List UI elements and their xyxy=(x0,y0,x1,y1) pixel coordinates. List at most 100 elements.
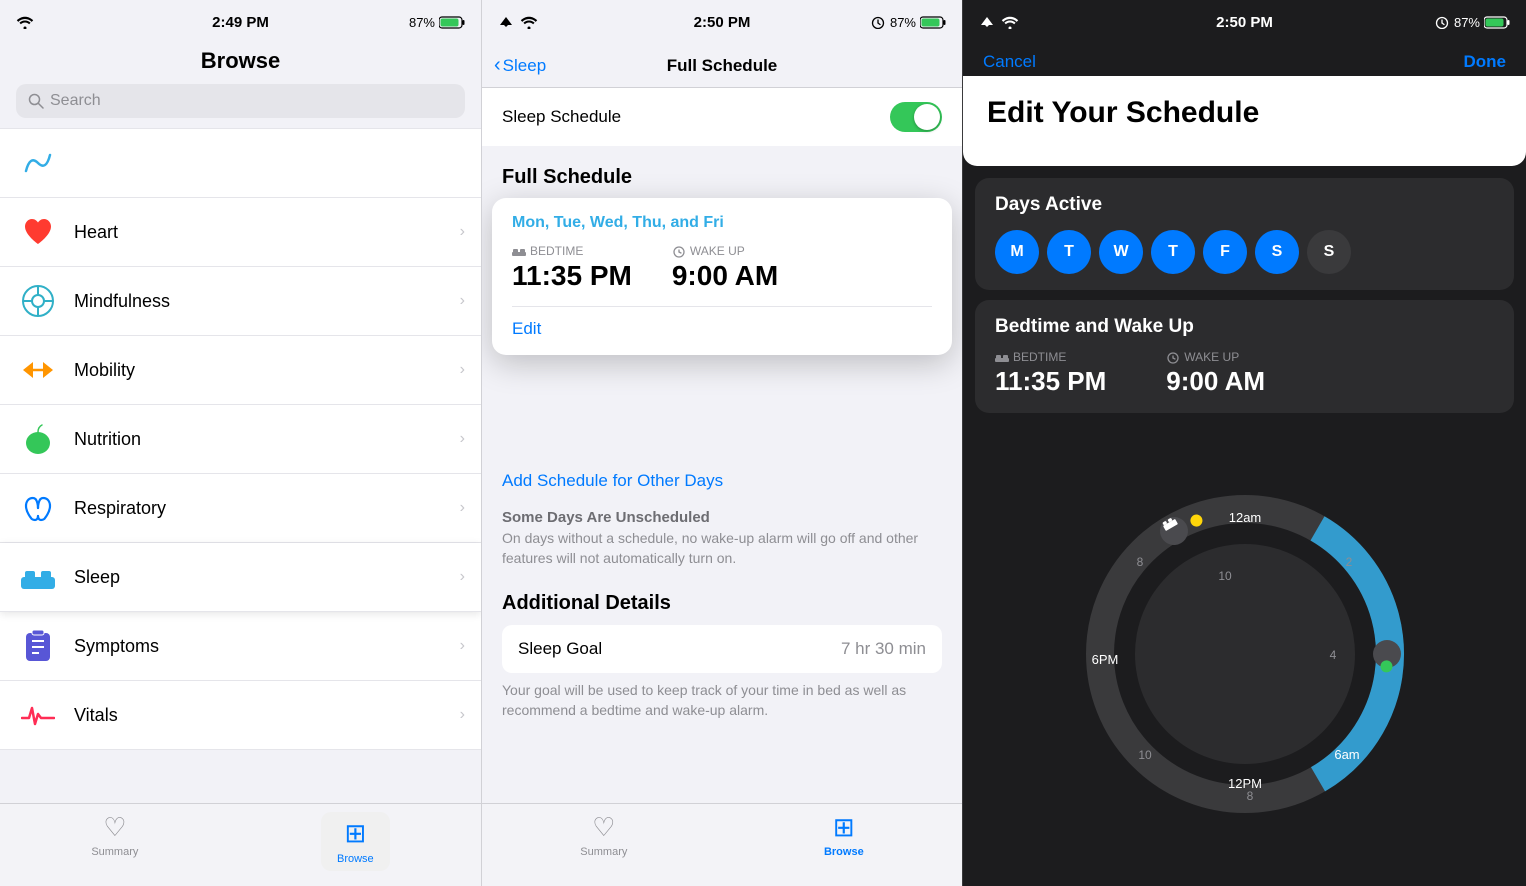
wifi-icon-p2 xyxy=(520,16,538,29)
time-p3: 2:50 PM xyxy=(1216,14,1273,31)
full-schedule-header: Full Schedule xyxy=(482,156,962,197)
sleep-goal-row: Sleep Goal 7 hr 30 min xyxy=(502,625,942,673)
schedule-divider xyxy=(512,306,932,307)
status-right-p3: 87% xyxy=(1434,15,1510,30)
done-button[interactable]: Done xyxy=(1464,52,1507,72)
nutrition-chevron: › xyxy=(460,430,465,448)
list-item-heart[interactable]: Heart › xyxy=(0,198,481,267)
bw-wakeup-value: 9:00 AM xyxy=(1166,366,1265,397)
bedtime-col-label: BEDTIME xyxy=(512,244,632,258)
day-T2[interactable]: T xyxy=(1151,230,1195,274)
wifi-icon-p3 xyxy=(1001,16,1019,29)
browse-list: Heart › Mindfulness › xyxy=(0,128,481,803)
day-M[interactable]: M xyxy=(995,230,1039,274)
bedtime-wake-section: Bedtime and Wake Up BEDTIME 11:35 PM xyxy=(975,300,1514,413)
tab-browse-p1[interactable]: ⊞ Browse xyxy=(321,812,390,871)
heart-label: Heart xyxy=(74,222,460,243)
cancel-button[interactable]: Cancel xyxy=(983,52,1036,72)
search-placeholder: Search xyxy=(50,92,101,110)
svg-text:6am: 6am xyxy=(1334,747,1359,762)
svg-text:12PM: 12PM xyxy=(1228,776,1262,791)
symptoms-icon xyxy=(24,629,52,663)
svg-text:6PM: 6PM xyxy=(1091,652,1118,667)
sleep-goal-label: Sleep Goal xyxy=(518,639,602,659)
below-card: Add Schedule for Other Days Some Days Ar… xyxy=(482,457,962,720)
unscheduled-title: Some Days Are Unscheduled xyxy=(502,509,942,526)
airplane-icon-p2 xyxy=(498,16,514,28)
browse-tab-bg: ⊞ Browse xyxy=(321,812,390,871)
sleep-toggle-row: Sleep Schedule xyxy=(482,88,962,146)
sleep-goal-note: Your goal will be used to keep track of … xyxy=(502,681,942,720)
list-item-sleep[interactable]: Sleep › xyxy=(0,543,481,612)
bedtime-col: BEDTIME 11:35 PM xyxy=(512,244,632,292)
schedule-card: Mon, Tue, Wed, Thu, and Fri BEDTIME 11:3… xyxy=(492,198,952,355)
wakeup-value-p2: 9:00 AM xyxy=(672,260,778,292)
heart-icon-container xyxy=(16,210,60,254)
days-active-label: Days Active xyxy=(995,194,1494,216)
tab-summary-p1[interactable]: ♡ Summary xyxy=(91,812,138,858)
partial-shape-icon xyxy=(22,153,54,173)
sleep-toggle[interactable] xyxy=(890,102,942,132)
day-T1[interactable]: T xyxy=(1047,230,1091,274)
search-icon xyxy=(28,93,44,109)
back-button-p2[interactable]: ‹ Sleep xyxy=(494,54,546,77)
clock-visualization[interactable]: 12am 2 4 6am 8 10 6PM 8 10 4 12PM xyxy=(975,421,1514,886)
browse-label-p2: Browse xyxy=(824,846,864,858)
list-item-mindfulness[interactable]: Mindfulness › xyxy=(0,267,481,336)
day-W[interactable]: W xyxy=(1099,230,1143,274)
days-active-section: Days Active M T W T F S S xyxy=(975,178,1514,290)
status-left-p3 xyxy=(979,16,1019,29)
mindfulness-label: Mindfulness xyxy=(74,291,460,312)
sleep-toggle-label: Sleep Schedule xyxy=(502,107,621,127)
list-item-symptoms[interactable]: Symptoms › xyxy=(0,612,481,681)
nutrition-label: Nutrition xyxy=(74,429,460,450)
list-item-nutrition[interactable]: Nutrition › xyxy=(0,405,481,474)
day-F[interactable]: F xyxy=(1203,230,1247,274)
day-S2[interactable]: S xyxy=(1307,230,1351,274)
list-item-vitals[interactable]: Vitals › xyxy=(0,681,481,750)
wakeup-col-label: WAKE UP xyxy=(672,244,778,258)
day-S1[interactable]: S xyxy=(1255,230,1299,274)
battery-icon-p1 xyxy=(439,16,465,29)
back-chevron-p2: ‹ xyxy=(494,54,501,77)
bed-icon xyxy=(512,245,526,257)
battery-p2: 87% xyxy=(890,15,916,30)
edit-schedule-panel: 2:50 PM 87% Cancel Done Edit Your Schedu… xyxy=(962,0,1526,886)
symptoms-label: Symptoms xyxy=(74,636,460,657)
schedule-panel: 2:50 PM 87% ‹ Sleep Full Schedule Sleep xyxy=(481,0,962,886)
battery-icon-p3 xyxy=(1484,16,1510,29)
wakeup-label-p2: WAKE UP xyxy=(690,244,745,258)
tab-bar-p2: ♡ Summary ⊞ Browse xyxy=(482,803,962,886)
tab-summary-p2[interactable]: ♡ Summary xyxy=(580,812,627,858)
list-item-mobility[interactable]: Mobility › xyxy=(0,336,481,405)
symptoms-chevron: › xyxy=(460,637,465,655)
vitals-icon-container xyxy=(16,693,60,737)
sleep-icon xyxy=(19,563,57,591)
browse-title: Browse xyxy=(0,44,481,84)
bw-bedtime-value: 11:35 PM xyxy=(995,366,1106,397)
days-row: M T W T F S S xyxy=(995,230,1494,274)
bw-wakeup-col: WAKE UP 9:00 AM xyxy=(1166,350,1265,397)
add-schedule-link[interactable]: Add Schedule for Other Days xyxy=(502,457,942,505)
nutrition-icon-container xyxy=(16,417,60,461)
summary-label-p2: Summary xyxy=(580,846,627,858)
tab-browse-p2[interactable]: ⊞ Browse xyxy=(824,812,864,858)
back-label-p2: Sleep xyxy=(503,56,546,76)
additional-section: Additional Details Sleep Goal 7 hr 30 mi… xyxy=(502,592,942,720)
list-item-respiratory[interactable]: Respiratory › xyxy=(0,474,481,543)
nav-bar-p2: ‹ Sleep Full Schedule xyxy=(482,44,962,88)
alarm-icon-p2 xyxy=(870,15,886,29)
airplane-icon-p3 xyxy=(979,16,995,28)
browse-icon-p2: ⊞ xyxy=(833,812,855,843)
edit-header-card: Edit Your Schedule xyxy=(963,76,1526,166)
tab-bar-p1: ♡ Summary ⊞ Browse xyxy=(0,803,481,886)
mobility-chevron: › xyxy=(460,361,465,379)
edit-button[interactable]: Edit xyxy=(512,319,932,339)
svg-text:8: 8 xyxy=(1136,555,1143,569)
bw-bedtime-col: BEDTIME 11:35 PM xyxy=(995,350,1106,397)
battery-p1: 87% xyxy=(409,15,435,30)
status-bar-p2: 2:50 PM 87% xyxy=(482,0,962,44)
vitals-chevron: › xyxy=(460,706,465,724)
search-bar[interactable]: Search xyxy=(16,84,465,118)
list-item-partial[interactable] xyxy=(0,128,481,198)
